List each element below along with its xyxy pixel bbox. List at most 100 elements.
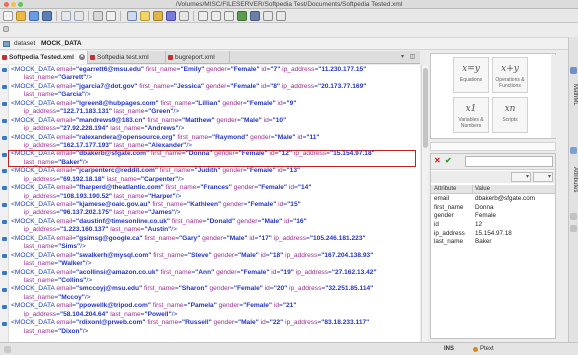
- attribute-row[interactable]: ip_address 15.154.97.18: [431, 230, 555, 239]
- tab-maximize-icon[interactable]: ◫: [408, 53, 417, 62]
- editor-line[interactable]: <MOCK_DATA email="jgarcia7@dot.gov" firs…: [11, 83, 411, 91]
- editor-line[interactable]: <MOCK_DATA email="acollinsi@amazon.co.uk…: [11, 269, 411, 277]
- close-window-icon[interactable]: [4, 2, 9, 7]
- transform-icon[interactable]: [140, 11, 150, 21]
- open-folder-icon[interactable]: [16, 11, 26, 21]
- fold-marker-icon[interactable]: [2, 321, 7, 326]
- copy-icon[interactable]: [106, 11, 116, 21]
- value-column-header[interactable]: Value: [475, 185, 490, 194]
- fold-marker-icon[interactable]: [2, 270, 7, 275]
- fold-marker-icon[interactable]: [2, 169, 7, 174]
- palette-scripts[interactable]: xn Scripts: [492, 97, 528, 133]
- fold-marker-icon[interactable]: [2, 118, 7, 123]
- editor-line[interactable]: <MOCK_DATA email="mandrews9@183.cn" firs…: [11, 117, 411, 125]
- attribute-value-cell[interactable]: 12: [475, 221, 482, 230]
- attribute-column-header[interactable]: Attribute: [434, 185, 456, 194]
- xpath-icon[interactable]: [224, 11, 234, 21]
- side-tab-attributes[interactable]: Attributes: [570, 157, 578, 203]
- new-file-icon[interactable]: [3, 11, 13, 21]
- palette-scrollbar[interactable]: [551, 55, 556, 138]
- fold-marker-icon[interactable]: [2, 287, 7, 292]
- tab-softpedia-test[interactable]: Softpedia test.xml: [88, 51, 166, 64]
- xml-text-editor[interactable]: <MOCK_DATA email="egarrett6@msu.edu" fir…: [0, 65, 420, 342]
- editor-line[interactable]: <MOCK_DATA email="fharperd@theatlantic.c…: [11, 184, 411, 192]
- fold-marker-icon[interactable]: [2, 237, 7, 241]
- editor-line[interactable]: last_name="Walker"/>: [11, 260, 411, 268]
- fold-marker-icon[interactable]: [2, 84, 7, 89]
- fold-marker-icon[interactable]: [2, 203, 7, 208]
- editor-line[interactable]: <MOCK_DATA email="daustinf@timesonline.c…: [11, 218, 411, 226]
- minimize-window-icon[interactable]: [11, 2, 16, 7]
- editor-line[interactable]: <MOCK_DATA email="egarrett6@msu.edu" fir…: [11, 66, 411, 74]
- editor-line[interactable]: ip_address="122.71.183.131" last_name="G…: [11, 108, 411, 116]
- editor-line[interactable]: ip_address="108.193.190.52" last_name="H…: [11, 193, 411, 201]
- remove-attribute-icon[interactable]: ✕: [434, 157, 441, 165]
- side-tab-mathml[interactable]: MathML: [570, 77, 578, 113]
- palette-operations-functions[interactable]: x+y Operations & Functions: [492, 57, 528, 93]
- editor-line[interactable]: last_name="Garrett"/>: [11, 74, 411, 82]
- attribute-value-cell[interactable]: Baker: [475, 238, 491, 247]
- editor-line[interactable]: ip_address="69.192.18.18" last_name="Car…: [11, 176, 411, 184]
- undo-icon[interactable]: [61, 11, 71, 21]
- schema-icon[interactable]: [263, 11, 273, 21]
- fold-marker-icon[interactable]: [2, 304, 7, 309]
- fold-marker-icon[interactable]: [2, 253, 7, 258]
- attribute-row[interactable]: first_name Donna: [431, 204, 555, 213]
- fold-marker-icon[interactable]: [2, 68, 7, 72]
- fold-marker-icon[interactable]: [2, 186, 7, 191]
- tab-bugreport[interactable]: bugreport.xml: [166, 51, 230, 64]
- xquery-icon[interactable]: [237, 11, 247, 21]
- editor-line[interactable]: ip_address="1.223.160.137" last_name="Au…: [11, 226, 411, 234]
- zoom-window-icon[interactable]: [18, 2, 23, 7]
- attribute-value-input[interactable]: [465, 156, 553, 167]
- editor-line[interactable]: <MOCK_DATA email="ralexandera@opensource…: [11, 134, 411, 142]
- attribute-value-cell[interactable]: Female: [475, 212, 496, 221]
- attribute-filter-dropdown[interactable]: ▾: [511, 172, 531, 182]
- editor-line[interactable]: <MOCK_DATA email="gsimsg@google.ca" firs…: [11, 235, 411, 243]
- tab-menu-icon[interactable]: ▾: [398, 53, 407, 62]
- configure-scenario-icon[interactable]: [179, 11, 189, 21]
- palette-equations[interactable]: x=y Equations: [453, 57, 489, 93]
- editor-line[interactable]: <MOCK_DATA email="rdixonl@prweb.com" fir…: [11, 319, 411, 327]
- editor-line[interactable]: <MOCK_DATA email="dbakerb@sfgate.com" fi…: [11, 150, 411, 158]
- debug-icon[interactable]: [153, 11, 163, 21]
- editor-line[interactable]: <MOCK_DATA email="lgreen8@hubpages.com" …: [11, 100, 411, 108]
- toggle-comment-icon[interactable]: [211, 11, 221, 21]
- editor-line[interactable]: last_name="Mccoy"/>: [11, 294, 411, 302]
- validate-icon[interactable]: [127, 11, 137, 21]
- attribute-row[interactable]: gender Female: [431, 212, 555, 221]
- attribute-settings-dropdown[interactable]: ▾: [533, 172, 553, 182]
- editor-line[interactable]: ip_address="27.92.228.194" last_name="An…: [11, 125, 411, 133]
- editor-line[interactable]: <MOCK_DATA email="jcarpenterc@reddit.com…: [11, 167, 411, 175]
- fold-marker-icon[interactable]: [2, 101, 7, 106]
- database-icon[interactable]: [250, 11, 260, 21]
- apply-scenario-icon[interactable]: [166, 11, 176, 21]
- editor-scrollbar[interactable]: [421, 65, 428, 342]
- editor-line[interactable]: ip_address="58.104.204.64" last_name="Po…: [11, 311, 411, 319]
- palette-variables-numbers[interactable]: x1 Variables & Numbers: [453, 97, 489, 133]
- attribute-row[interactable]: last_name Baker: [431, 238, 555, 247]
- attribute-row[interactable]: email dbakerb@sfgate.com: [431, 195, 555, 204]
- attribute-value-cell[interactable]: dbakerb@sfgate.com: [475, 195, 535, 204]
- editor-line[interactable]: <MOCK_DATA email="swalkerh@mysql.com" fi…: [11, 252, 411, 260]
- close-tab-icon[interactable]: ×: [79, 54, 85, 60]
- fold-marker-icon[interactable]: [2, 152, 7, 157]
- apply-attribute-icon[interactable]: ✔: [445, 157, 452, 165]
- editor-line[interactable]: last_name="Baker"/>: [11, 159, 411, 167]
- editor-line[interactable]: <MOCK_DATA email="smccoyj@msu.edu" first…: [11, 285, 411, 293]
- editor-line[interactable]: last_name="Sims"/>: [11, 243, 411, 251]
- cut-icon[interactable]: [93, 11, 103, 21]
- editor-line[interactable]: ip_address="162.17.177.193" last_name="A…: [11, 142, 411, 150]
- settings-icon[interactable]: [276, 11, 286, 21]
- elements-view-icon[interactable]: [570, 225, 577, 232]
- editor-line[interactable]: last_name="Collins"/>: [11, 277, 411, 285]
- redo-icon[interactable]: [74, 11, 84, 21]
- editor-line[interactable]: last_name="Garcia"/>: [11, 91, 411, 99]
- tab-softpedia-tested[interactable]: Softpedia Tested.xml ×: [0, 51, 88, 64]
- toggle-view-icon[interactable]: [3, 26, 9, 32]
- attribute-value-cell[interactable]: Donna: [475, 204, 494, 213]
- fold-marker-icon[interactable]: [2, 220, 7, 225]
- breadcrumb-dataset[interactable]: dataset: [14, 38, 35, 50]
- save-icon[interactable]: [42, 11, 52, 21]
- attribute-value-cell[interactable]: 15.154.97.18: [475, 230, 512, 239]
